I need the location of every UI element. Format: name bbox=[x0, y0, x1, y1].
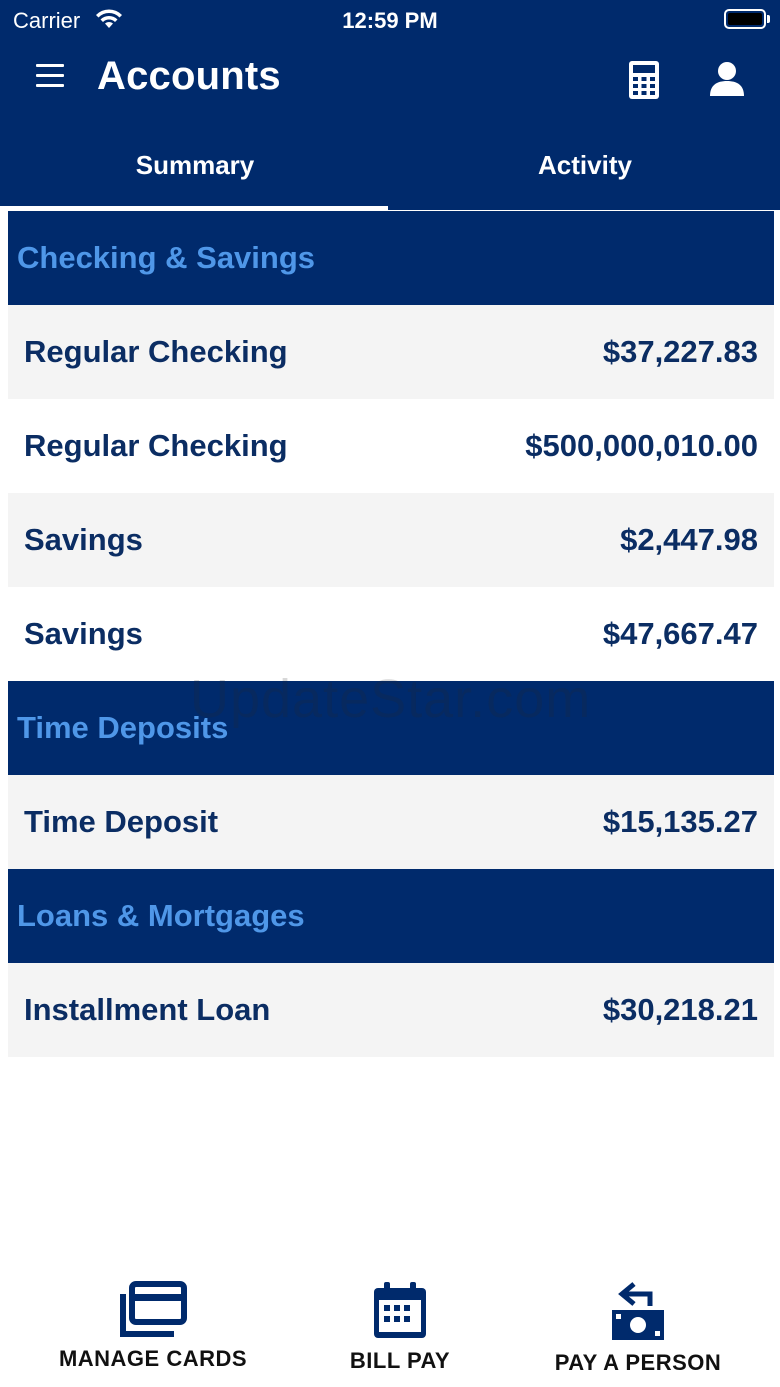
section-header-time-deposits: Time Deposits bbox=[8, 681, 774, 775]
manage-cards-button[interactable]: MANAGE CARDS bbox=[50, 1280, 256, 1372]
status-time: 12:59 PM bbox=[342, 8, 438, 33]
account-balance: $30,218.21 bbox=[602, 992, 758, 1027]
account-balance: $47,667.47 bbox=[602, 616, 758, 651]
section-header-checking-savings: Checking & Savings bbox=[8, 211, 774, 305]
account-name: Regular Checking bbox=[24, 428, 288, 463]
money-transfer-icon bbox=[612, 1282, 664, 1340]
account-balance: $2,447.98 bbox=[620, 522, 758, 557]
account-name: Time Deposit bbox=[24, 804, 219, 839]
pay-a-person-label: PAY A PERSON bbox=[554, 1350, 722, 1375]
account-row[interactable]: Time Deposit $15,135.27 bbox=[8, 775, 774, 869]
battery-tip bbox=[767, 15, 770, 23]
menu-icon[interactable] bbox=[36, 64, 66, 94]
cards-icon bbox=[120, 1281, 187, 1337]
account-name: Regular Checking bbox=[24, 334, 288, 369]
account-name: Installment Loan bbox=[24, 992, 271, 1027]
account-row[interactable]: Installment Loan $30,218.21 bbox=[8, 963, 774, 1057]
nav-bar: Accounts bbox=[0, 40, 780, 120]
tab-summary[interactable]: Summary bbox=[0, 120, 390, 210]
account-balance: $500,000,010.00 bbox=[525, 428, 758, 463]
account-balance: $37,227.83 bbox=[602, 334, 758, 369]
account-row[interactable]: Savings $47,667.47 bbox=[8, 587, 774, 681]
account-name: Savings bbox=[24, 522, 143, 557]
app-header: Carrier 12:59 PM Accounts Summary Activi… bbox=[0, 0, 780, 211]
status-bar: Carrier 12:59 PM bbox=[0, 0, 780, 40]
account-row[interactable]: Regular Checking $500,000,010.00 bbox=[8, 399, 774, 493]
bottom-action-bar: MANAGE CARDS BILL PAY PAY A PERSON bbox=[0, 1280, 780, 1387]
tab-activity[interactable]: Activity bbox=[390, 120, 780, 210]
manage-cards-label: MANAGE CARDS bbox=[58, 1346, 248, 1371]
battery-icon bbox=[724, 9, 766, 29]
section-header-loans-mortgages: Loans & Mortgages bbox=[8, 869, 774, 963]
accounts-list: Checking & Savings Regular Checking $37,… bbox=[8, 211, 774, 1057]
page-title: Accounts bbox=[97, 54, 281, 98]
bill-pay-label: BILL PAY bbox=[349, 1348, 451, 1373]
account-row[interactable]: Savings $2,447.98 bbox=[8, 493, 774, 587]
tab-bar: Summary Activity bbox=[0, 120, 780, 211]
calculator-icon[interactable] bbox=[628, 60, 660, 100]
pay-a-person-button[interactable]: PAY A PERSON bbox=[540, 1280, 736, 1376]
profile-icon[interactable] bbox=[709, 61, 745, 97]
bill-pay-button[interactable]: BILL PAY bbox=[320, 1280, 480, 1374]
account-balance: $15,135.27 bbox=[602, 804, 758, 839]
account-row[interactable]: Regular Checking $37,227.83 bbox=[8, 305, 774, 399]
calendar-icon bbox=[374, 1282, 426, 1338]
account-name: Savings bbox=[24, 616, 143, 651]
